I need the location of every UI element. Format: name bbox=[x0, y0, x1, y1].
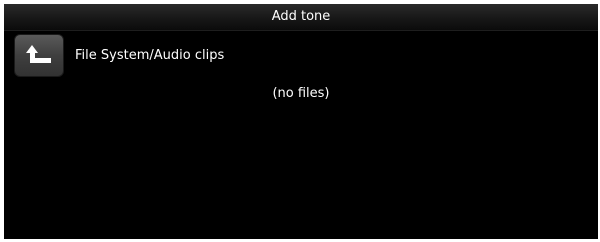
add-tone-dialog: Add tone File System/Audio clips (no fil… bbox=[4, 4, 598, 239]
current-folder-path: File System/Audio clips bbox=[75, 48, 225, 63]
dialog-title: Add tone bbox=[271, 9, 331, 24]
empty-list-message: (no files) bbox=[272, 86, 330, 101]
title-bar: Add tone bbox=[4, 4, 598, 31]
parent-folder-button[interactable] bbox=[14, 34, 64, 77]
